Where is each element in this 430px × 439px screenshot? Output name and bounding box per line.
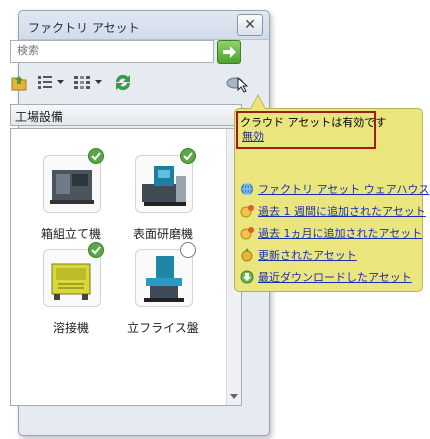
surface-grinder-thumbnail [135,148,196,213]
download-icon [240,270,254,284]
refresh-icon[interactable] [112,72,134,92]
list-view-icon [38,76,64,89]
category-dropdown[interactable]: 工場設備 [10,104,242,126]
column-view-button[interactable] [72,72,104,92]
search-input[interactable] [11,41,213,60]
add-recent-icon [240,205,254,218]
cloud-icon[interactable] [224,72,249,93]
window-title: ファクトリ アセット [28,21,140,35]
box-assembly-machine-thumbnail [43,148,104,213]
updated-icon [241,248,253,262]
close-button[interactable]: ✕ [237,14,263,36]
search-go-button[interactable] [217,40,241,64]
asset-name: 表面研磨機 [132,227,193,241]
globe-icon [241,182,253,196]
check-status-icon [88,242,104,258]
asset-item[interactable]: 立フライス盤 [123,242,203,349]
empty-status-icon [180,242,196,258]
callout-pointer-fill [251,96,265,109]
check-status-icon [180,148,196,164]
scroll-down-icon[interactable] [227,391,241,403]
asset-name: 溶接機 [52,321,89,335]
list-view-button[interactable] [36,72,66,92]
category-selected: 工場設備 [15,110,64,124]
check-status-icon [88,148,104,164]
link-label: ファクトリ アセット ウェアハウス [258,183,430,196]
asset-item[interactable]: 溶接機 [31,242,111,349]
asset-item[interactable]: 箱組立て機 [31,148,111,255]
add-recent-icon [240,227,254,240]
asset-item[interactable]: 表面研磨機 [123,148,203,255]
vertical-milling-machine-thumbnail [135,242,196,307]
asset-name: 立フライス盤 [127,321,199,335]
disable-link[interactable]: 無効 [242,128,264,144]
toolbar [10,70,249,96]
link-label: 最近ダウンロードしたアセット [258,271,412,284]
search-field[interactable] [10,40,214,63]
link-label: 過去 1 週間に追加されたアセット [258,205,426,218]
folder-up-icon[interactable] [10,72,28,92]
asset-grid: 箱組立て機 表面研磨機 溶接機 立フライス盤 [10,128,242,406]
welder-thumbnail [43,242,104,307]
link-label: 更新されたアセット [258,249,357,262]
arrow-right-icon [223,46,236,58]
link-label: 過去 1ヵ月に追加されたアセット [258,227,423,240]
column-view-icon [74,76,102,89]
asset-name: 箱組立て機 [40,227,101,241]
title-bar[interactable]: ファクトリ アセット ✕ [19,11,269,40]
